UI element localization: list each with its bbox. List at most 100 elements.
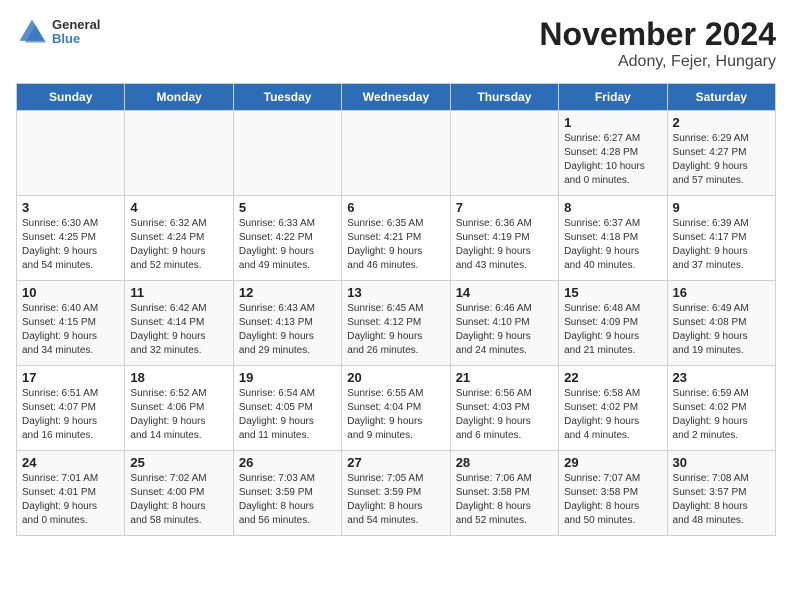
- day-number: 26: [239, 455, 336, 470]
- day-number: 15: [564, 285, 661, 300]
- day-number: 22: [564, 370, 661, 385]
- day-number: 29: [564, 455, 661, 470]
- day-info: Sunrise: 6:58 AM Sunset: 4:02 PM Dayligh…: [564, 387, 661, 443]
- calendar-cell: 8 Sunrise: 6:37 AM Sunset: 4:18 PM Daylig…: [559, 196, 667, 281]
- day-info: Sunrise: 7:08 AM Sunset: 3:57 PM Dayligh…: [673, 472, 770, 528]
- day-number: 23: [673, 370, 770, 385]
- day-info: Sunrise: 6:39 AM Sunset: 4:17 PM Dayligh…: [673, 217, 770, 273]
- day-info: Sunrise: 7:01 AM Sunset: 4:01 PM Dayligh…: [22, 472, 119, 528]
- page-subtitle: Adony, Fejer, Hungary: [539, 53, 776, 71]
- calendar-cell: 10 Sunrise: 6:40 AM Sunset: 4:15 PM Dayli…: [17, 281, 125, 366]
- calendar-cell: 27 Sunrise: 7:05 AM Sunset: 3:59 PM Dayli…: [342, 451, 450, 536]
- day-number: 28: [456, 455, 553, 470]
- calendar-cell: 6 Sunrise: 6:35 AM Sunset: 4:21 PM Daylig…: [342, 196, 450, 281]
- logo-line2: Blue: [52, 32, 100, 46]
- day-info: Sunrise: 6:45 AM Sunset: 4:12 PM Dayligh…: [347, 302, 444, 358]
- day-info: Sunrise: 6:35 AM Sunset: 4:21 PM Dayligh…: [347, 217, 444, 273]
- header-sunday: Sunday: [17, 84, 125, 111]
- day-number: 27: [347, 455, 444, 470]
- calendar-cell: 18 Sunrise: 6:52 AM Sunset: 4:06 PM Dayli…: [125, 366, 233, 451]
- calendar-header: SundayMondayTuesdayWednesdayThursdayFrid…: [17, 84, 776, 111]
- calendar-cell: 21 Sunrise: 6:56 AM Sunset: 4:03 PM Dayli…: [450, 366, 558, 451]
- week-row-3: 17 Sunrise: 6:51 AM Sunset: 4:07 PM Dayli…: [17, 366, 776, 451]
- day-info: Sunrise: 7:05 AM Sunset: 3:59 PM Dayligh…: [347, 472, 444, 528]
- day-number: 30: [673, 455, 770, 470]
- header-row: SundayMondayTuesdayWednesdayThursdayFrid…: [17, 84, 776, 111]
- calendar-cell: 24 Sunrise: 7:01 AM Sunset: 4:01 PM Dayli…: [17, 451, 125, 536]
- week-row-4: 24 Sunrise: 7:01 AM Sunset: 4:01 PM Dayli…: [17, 451, 776, 536]
- calendar-cell: 7 Sunrise: 6:36 AM Sunset: 4:19 PM Daylig…: [450, 196, 558, 281]
- day-info: Sunrise: 6:36 AM Sunset: 4:19 PM Dayligh…: [456, 217, 553, 273]
- header-tuesday: Tuesday: [233, 84, 341, 111]
- calendar-cell: 3 Sunrise: 6:30 AM Sunset: 4:25 PM Daylig…: [17, 196, 125, 281]
- calendar-cell: 20Sunrise: 6:55 AM Sunset: 4:04 PM Dayli…: [342, 366, 450, 451]
- day-number: 12: [239, 285, 336, 300]
- calendar-table: SundayMondayTuesdayWednesdayThursdayFrid…: [16, 83, 776, 536]
- calendar-cell: 19 Sunrise: 6:54 AM Sunset: 4:05 PM Dayli…: [233, 366, 341, 451]
- day-info: Sunrise: 6:29 AM Sunset: 4:27 PM Dayligh…: [673, 132, 770, 188]
- day-info: Sunrise: 6:51 AM Sunset: 4:07 PM Dayligh…: [22, 387, 119, 443]
- calendar-cell: 16Sunrise: 6:49 AM Sunset: 4:08 PM Dayli…: [667, 281, 775, 366]
- calendar-cell: 15 Sunrise: 6:48 AM Sunset: 4:09 PM Dayli…: [559, 281, 667, 366]
- week-row-1: 3 Sunrise: 6:30 AM Sunset: 4:25 PM Daylig…: [17, 196, 776, 281]
- day-info: Sunrise: 6:27 AM Sunset: 4:28 PM Dayligh…: [564, 132, 661, 188]
- calendar-cell: 12Sunrise: 6:43 AM Sunset: 4:13 PM Dayli…: [233, 281, 341, 366]
- calendar-cell: 23 Sunrise: 6:59 AM Sunset: 4:02 PM Dayli…: [667, 366, 775, 451]
- page-title: November 2024: [539, 16, 776, 53]
- day-number: 24: [22, 455, 119, 470]
- day-number: 8: [564, 200, 661, 215]
- day-number: 3: [22, 200, 119, 215]
- logo: General Blue: [16, 16, 100, 48]
- day-info: Sunrise: 6:48 AM Sunset: 4:09 PM Dayligh…: [564, 302, 661, 358]
- calendar-cell: 2 Sunrise: 6:29 AM Sunset: 4:27 PM Daylig…: [667, 111, 775, 196]
- page-header: General Blue November 2024 Adony, Fejer,…: [16, 16, 776, 71]
- calendar-body: 1 Sunrise: 6:27 AM Sunset: 4:28 PM Daylig…: [17, 111, 776, 536]
- calendar-cell: 14Sunrise: 6:46 AM Sunset: 4:10 PM Dayli…: [450, 281, 558, 366]
- week-row-0: 1 Sunrise: 6:27 AM Sunset: 4:28 PM Daylig…: [17, 111, 776, 196]
- day-info: Sunrise: 6:46 AM Sunset: 4:10 PM Dayligh…: [456, 302, 553, 358]
- day-info: Sunrise: 7:07 AM Sunset: 3:58 PM Dayligh…: [564, 472, 661, 528]
- day-number: 10: [22, 285, 119, 300]
- day-number: 1: [564, 115, 661, 130]
- day-number: 7: [456, 200, 553, 215]
- day-number: 18: [130, 370, 227, 385]
- day-info: Sunrise: 6:37 AM Sunset: 4:18 PM Dayligh…: [564, 217, 661, 273]
- calendar-cell: 11Sunrise: 6:42 AM Sunset: 4:14 PM Dayli…: [125, 281, 233, 366]
- calendar-cell: 17 Sunrise: 6:51 AM Sunset: 4:07 PM Dayli…: [17, 366, 125, 451]
- logo-text: General Blue: [52, 18, 100, 47]
- header-thursday: Thursday: [450, 84, 558, 111]
- day-info: Sunrise: 6:42 AM Sunset: 4:14 PM Dayligh…: [130, 302, 227, 358]
- day-number: 16: [673, 285, 770, 300]
- calendar-cell: 25Sunrise: 7:02 AM Sunset: 4:00 PM Dayli…: [125, 451, 233, 536]
- day-info: Sunrise: 6:40 AM Sunset: 4:15 PM Dayligh…: [22, 302, 119, 358]
- day-info: Sunrise: 6:30 AM Sunset: 4:25 PM Dayligh…: [22, 217, 119, 273]
- day-info: Sunrise: 7:06 AM Sunset: 3:58 PM Dayligh…: [456, 472, 553, 528]
- day-number: 2: [673, 115, 770, 130]
- calendar-cell: 29 Sunrise: 7:07 AM Sunset: 3:58 PM Dayli…: [559, 451, 667, 536]
- header-friday: Friday: [559, 84, 667, 111]
- day-number: 17: [22, 370, 119, 385]
- title-block: November 2024 Adony, Fejer, Hungary: [539, 16, 776, 71]
- day-info: Sunrise: 6:56 AM Sunset: 4:03 PM Dayligh…: [456, 387, 553, 443]
- day-info: Sunrise: 7:03 AM Sunset: 3:59 PM Dayligh…: [239, 472, 336, 528]
- calendar-cell: 9 Sunrise: 6:39 AM Sunset: 4:17 PM Daylig…: [667, 196, 775, 281]
- calendar-cell: 5Sunrise: 6:33 AM Sunset: 4:22 PM Daylig…: [233, 196, 341, 281]
- header-saturday: Saturday: [667, 84, 775, 111]
- calendar-cell: [233, 111, 341, 196]
- day-info: Sunrise: 6:55 AM Sunset: 4:04 PM Dayligh…: [347, 387, 444, 443]
- day-number: 9: [673, 200, 770, 215]
- calendar-cell: [342, 111, 450, 196]
- calendar-cell: [450, 111, 558, 196]
- day-number: 19: [239, 370, 336, 385]
- day-info: Sunrise: 6:59 AM Sunset: 4:02 PM Dayligh…: [673, 387, 770, 443]
- day-info: Sunrise: 6:33 AM Sunset: 4:22 PM Dayligh…: [239, 217, 336, 273]
- day-number: 6: [347, 200, 444, 215]
- day-number: 21: [456, 370, 553, 385]
- day-number: 13: [347, 285, 444, 300]
- day-info: Sunrise: 7:02 AM Sunset: 4:00 PM Dayligh…: [130, 472, 227, 528]
- day-info: Sunrise: 6:52 AM Sunset: 4:06 PM Dayligh…: [130, 387, 227, 443]
- day-info: Sunrise: 6:54 AM Sunset: 4:05 PM Dayligh…: [239, 387, 336, 443]
- header-wednesday: Wednesday: [342, 84, 450, 111]
- calendar-cell: 30 Sunrise: 7:08 AM Sunset: 3:57 PM Dayli…: [667, 451, 775, 536]
- day-info: Sunrise: 6:32 AM Sunset: 4:24 PM Dayligh…: [130, 217, 227, 273]
